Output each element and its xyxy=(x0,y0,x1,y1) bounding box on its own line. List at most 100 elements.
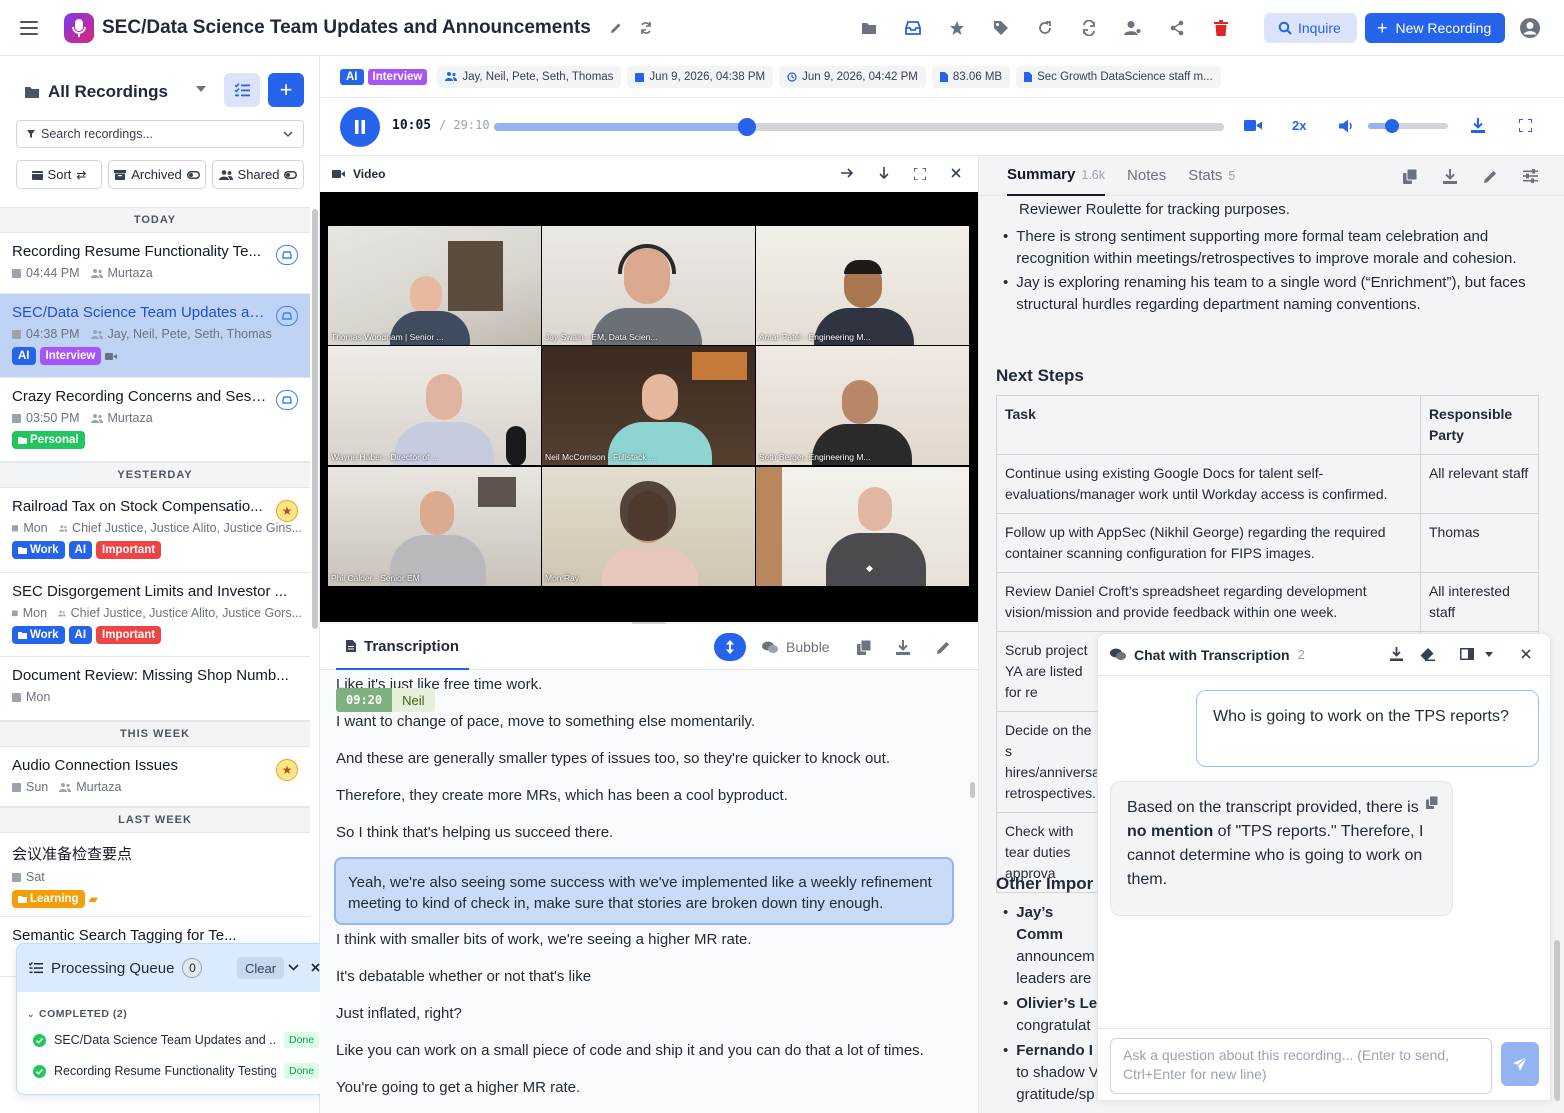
recording-item[interactable]: Recording Resume Functionality Te... 04:… xyxy=(0,233,310,294)
tab-stats[interactable]: Stats 5 xyxy=(1188,156,1235,196)
all-recordings-label: All Recordings xyxy=(48,82,168,101)
copy-message-icon[interactable] xyxy=(1426,796,1438,809)
user-gear-icon[interactable] xyxy=(1111,6,1155,50)
tag-interview[interactable]: Interview xyxy=(367,68,428,85)
transcript-line[interactable]: Just inflated, right? xyxy=(336,1005,462,1022)
edit-title-icon[interactable] xyxy=(601,6,631,50)
menu-icon[interactable] xyxy=(20,20,48,36)
tag-ai[interactable]: AI xyxy=(340,68,364,85)
download-icon[interactable] xyxy=(896,640,910,655)
check-circle-icon xyxy=(33,1033,46,1047)
star-icon[interactable] xyxy=(935,6,979,50)
recording-item[interactable]: 会议准备检查要点 Sat Learning ▰ xyxy=(0,833,310,917)
share-icon[interactable] xyxy=(1155,6,1199,50)
transcript-scrollbar[interactable] xyxy=(970,782,975,798)
panel-layout-icon[interactable] xyxy=(1460,648,1474,660)
star-icon[interactable]: ★ xyxy=(276,759,298,781)
transcript-line[interactable]: And these are generally smaller types of… xyxy=(336,750,890,767)
seek-handle[interactable] xyxy=(738,118,757,136)
new-recording-button[interactable]: + New Recording xyxy=(1365,13,1505,43)
transcript-line[interactable]: So I think that's helping us succeed the… xyxy=(336,824,613,841)
trash-icon[interactable] xyxy=(1199,6,1243,50)
reprocess-icon[interactable] xyxy=(1023,6,1067,50)
close-icon[interactable] xyxy=(951,168,961,178)
volume-handle[interactable] xyxy=(1385,119,1399,133)
copy-icon[interactable] xyxy=(1403,169,1417,184)
close-icon[interactable] xyxy=(1521,649,1531,659)
transcript-line[interactable]: You're going to get a higher MR rate. xyxy=(336,1079,580,1096)
completed-section[interactable]: ⌄ COMPLETED (2) xyxy=(27,1008,127,1020)
volume-icon[interactable] xyxy=(1339,119,1355,133)
summary-text: structural hurdles regarding department … xyxy=(1016,296,1421,313)
chat-resize-handle[interactable] xyxy=(1554,940,1560,1100)
list-view-button[interactable] xyxy=(224,73,260,107)
close-icon[interactable] xyxy=(311,963,320,972)
active-transcript-segment[interactable]: Yeah, we're also seeing some success wit… xyxy=(334,857,954,925)
chat-input[interactable]: Ask a question about this recording... (… xyxy=(1110,1038,1492,1094)
inbox-icon[interactable] xyxy=(891,6,935,50)
seek-bar[interactable] xyxy=(494,118,1224,136)
eraser-icon[interactable] xyxy=(1420,647,1435,661)
recording-item[interactable]: Document Review: Missing Shop Numb... Mo… xyxy=(0,657,310,721)
speaker-label[interactable]: 09:20 Neil xyxy=(336,688,435,712)
transcript-line[interactable]: I think with smaller bits of work, we're… xyxy=(336,931,752,948)
account-avatar[interactable] xyxy=(1519,17,1541,39)
expand-icon[interactable] xyxy=(914,168,926,180)
inbox-badge-icon[interactable] xyxy=(276,306,298,326)
download-icon[interactable] xyxy=(1471,118,1485,133)
tab-transcription[interactable]: Transcription xyxy=(336,624,469,670)
view-mode-toggle[interactable] xyxy=(714,633,746,661)
volume-slider[interactable] xyxy=(1368,119,1448,133)
bubble-view-button[interactable]: Bubble xyxy=(762,639,830,655)
summary-text: Reviewer Roulette for tracking purposes. xyxy=(1019,201,1290,218)
video-player[interactable]: Thomas Woodham | Senior ... Jay Swain - … xyxy=(320,192,978,622)
tags-icon[interactable] xyxy=(979,6,1023,50)
inbox-badge-icon[interactable] xyxy=(276,245,298,265)
file-name-chip[interactable]: Sec Growth DataScience staff m... xyxy=(1016,65,1221,88)
summary-text: Olivier’s Le xyxy=(1016,995,1098,1012)
chevron-down-icon[interactable] xyxy=(1485,652,1493,657)
copy-icon[interactable] xyxy=(857,640,871,655)
download-icon[interactable] xyxy=(1443,169,1457,184)
recording-item[interactable]: SEC Disgorgement Limits and Investor ...… xyxy=(0,573,310,657)
recording-item[interactable]: Audio Connection Issues Sun Murtaza ★ xyxy=(0,747,310,807)
add-recording-button[interactable]: + xyxy=(268,73,304,107)
recording-item-selected[interactable]: SEC/Data Science Team Updates an... 04:3… xyxy=(0,294,310,378)
recording-item[interactable]: Crazy Recording Concerns and Sess... 03:… xyxy=(0,378,310,462)
sync-icon[interactable] xyxy=(1067,6,1111,50)
arrow-right-icon[interactable] xyxy=(841,167,854,179)
video-toggle-icon[interactable] xyxy=(1244,119,1262,132)
queue-clear-button[interactable]: Clear xyxy=(237,957,285,979)
filter-dropdown-icon[interactable] xyxy=(196,86,206,92)
shared-toggle[interactable]: Shared xyxy=(212,160,304,189)
sort-button[interactable]: Sort ⇄ xyxy=(16,160,102,189)
transcript-line[interactable]: Therefore, they create more MRs, which h… xyxy=(336,787,788,804)
sidebar-scrollbar[interactable] xyxy=(312,209,318,629)
chevron-down-icon[interactable] xyxy=(288,964,299,971)
arrow-down-icon[interactable] xyxy=(878,167,890,180)
playback-speed[interactable]: 2x xyxy=(1292,118,1306,133)
sidebar-title[interactable]: All Recordings xyxy=(24,82,168,102)
recording-meta: Mon xyxy=(12,690,302,704)
refresh-title-icon[interactable] xyxy=(631,6,661,50)
search-input[interactable]: Search recordings... xyxy=(16,120,304,148)
transcript-line[interactable]: Like you can work on a small piece of co… xyxy=(336,1042,924,1059)
edit-icon[interactable] xyxy=(936,640,951,655)
sliders-icon[interactable] xyxy=(1523,169,1538,183)
tab-notes[interactable]: Notes xyxy=(1127,156,1166,196)
transcript-line[interactable]: It's debatable whether or not that's lik… xyxy=(336,968,591,985)
download-icon[interactable] xyxy=(1390,647,1403,661)
folder-icon[interactable] xyxy=(847,6,891,50)
star-icon[interactable]: ★ xyxy=(276,500,298,522)
inbox-badge-icon[interactable] xyxy=(276,390,298,410)
tab-summary[interactable]: Summary 1.6k xyxy=(1007,156,1106,196)
fullscreen-icon[interactable] xyxy=(1519,119,1532,132)
archived-toggle[interactable]: Archived xyxy=(108,160,206,189)
transcript-line[interactable]: I want to change of pace, move to someth… xyxy=(336,713,755,730)
recording-item[interactable]: Railroad Tax on Stock Compensatio... Mon… xyxy=(0,488,310,573)
pause-button[interactable] xyxy=(340,107,380,147)
send-button[interactable] xyxy=(1501,1042,1539,1086)
edit-icon[interactable] xyxy=(1483,169,1498,184)
inquire-button[interactable]: Inquire xyxy=(1264,13,1357,43)
participants-chip[interactable]: Jay, Neil, Pete, Seth, Thomas xyxy=(437,65,622,88)
